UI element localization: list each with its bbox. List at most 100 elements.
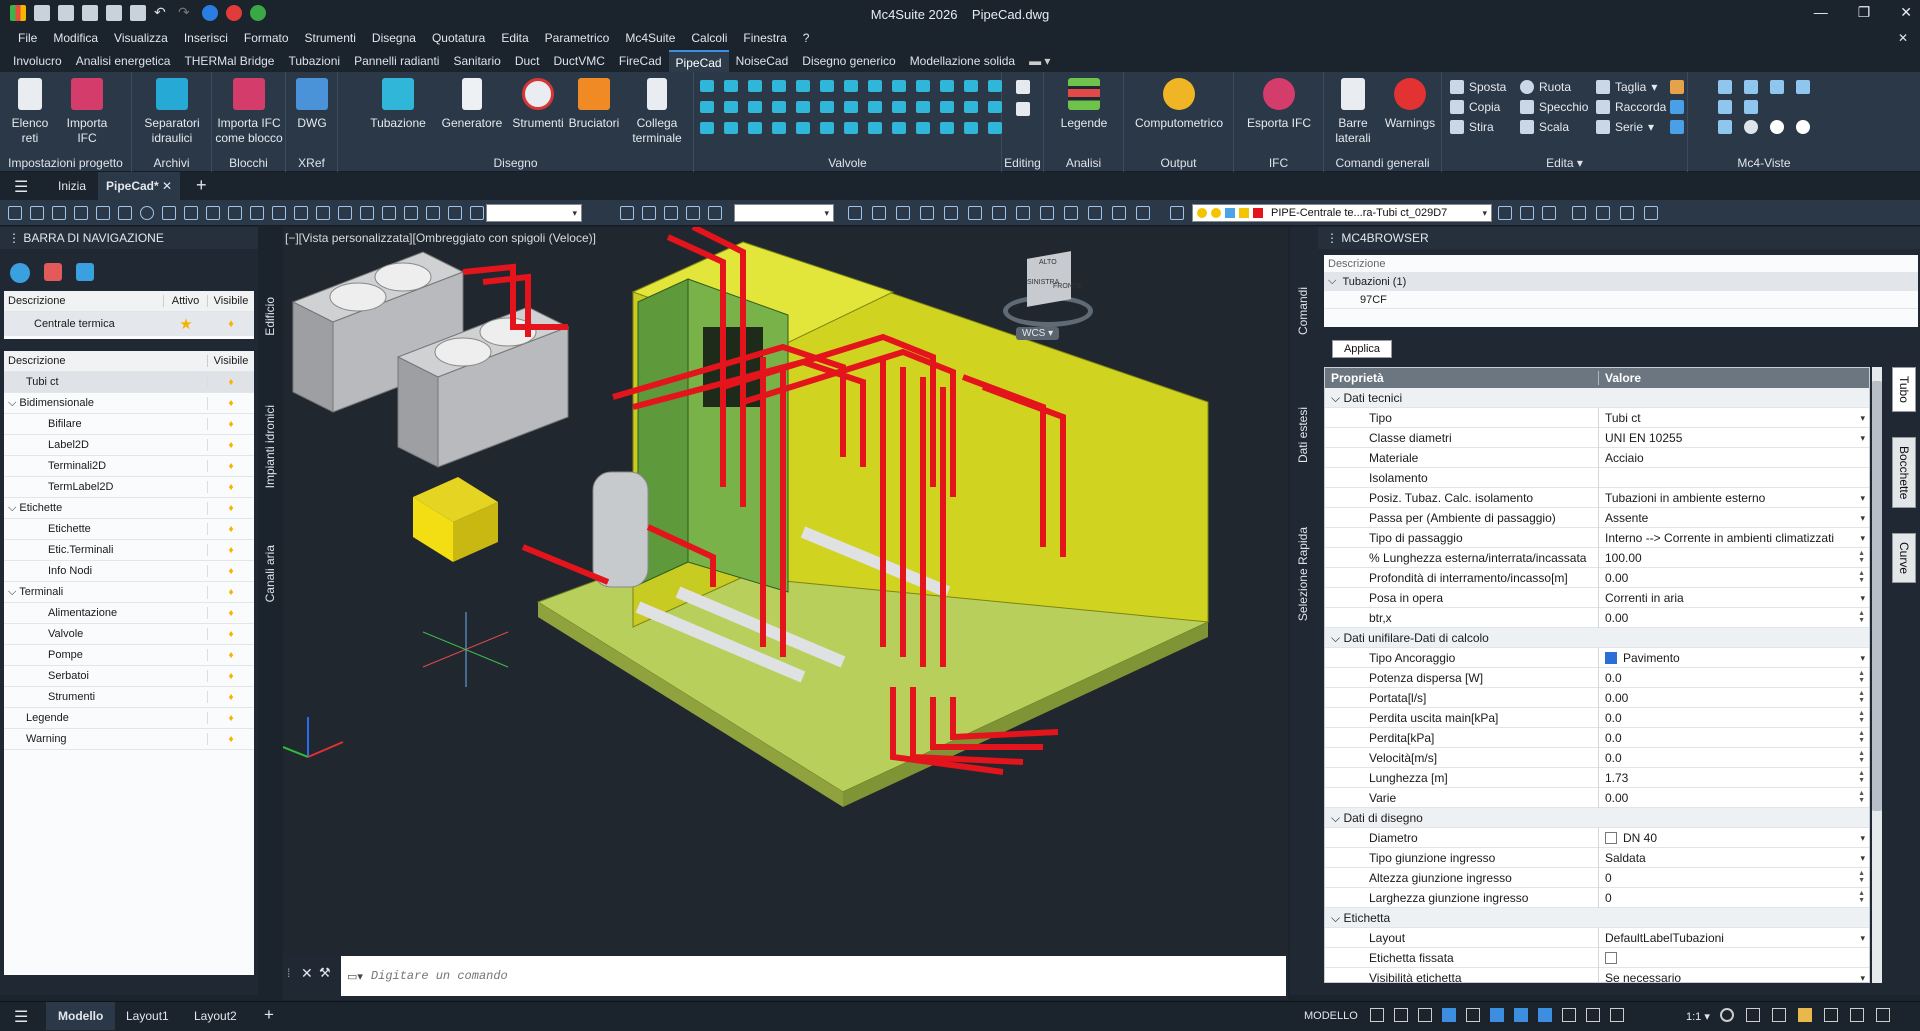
property-value[interactable]: DefaultLabelTubazioni ▾ (1599, 928, 1869, 948)
copia-button[interactable]: Copia (1450, 100, 1500, 114)
property-value[interactable]: DN 40 ▾ (1599, 828, 1869, 848)
circle-icon[interactable] (140, 206, 154, 220)
collega-terminale-button[interactable]: Collega terminale (626, 78, 688, 146)
dropdown-arrow-icon[interactable]: ▾ (1860, 648, 1865, 668)
legende-button[interactable]: Legende (1054, 78, 1114, 131)
tree-item[interactable]: Serbatoi ♦ (4, 666, 254, 687)
tab-inizia[interactable]: Inizia (50, 172, 94, 200)
valve-icon[interactable] (820, 101, 834, 113)
property-value[interactable]: 0.00 ▲ ▼ (1599, 568, 1869, 588)
grip-icon[interactable]: ⁞ (287, 966, 290, 980)
dropdown-arrow-icon[interactable]: ▾ (1860, 828, 1865, 848)
menu-modifica[interactable]: Modifica (45, 28, 106, 50)
layer-combo[interactable]: PIPE-Centrale te...ra-Tubi ct_029D7 ▾ (1192, 204, 1492, 222)
offset-icon[interactable] (1670, 100, 1684, 114)
table-row[interactable]: Centrale termica ★ ♦ (4, 312, 254, 336)
tree-item[interactable]: Label2D ♦ (4, 435, 254, 456)
top-view-icon[interactable] (1718, 120, 1732, 134)
valve-icon[interactable] (940, 122, 954, 134)
tree-node-tubazioni[interactable]: ⌵ Tubazioni (1) (1324, 273, 1918, 291)
tree-item[interactable]: TermLabel2D ♦ (4, 477, 254, 498)
table-icon[interactable] (620, 206, 634, 220)
valve-icon[interactable] (916, 80, 930, 92)
valve-icon[interactable] (700, 122, 714, 134)
valve-icon[interactable] (796, 122, 810, 134)
valve-icon[interactable] (748, 101, 762, 113)
tab-involucro[interactable]: Involucro (6, 50, 69, 72)
region-icon[interactable] (382, 206, 396, 220)
importa-ifc-blocco-button[interactable]: Importa IFC come blocco (214, 78, 284, 146)
property-section[interactable]: ⌵ Dati di disegno (1325, 808, 1869, 828)
mtext-icon[interactable] (470, 206, 484, 220)
property-row[interactable]: Altezza giunzione ingresso 0 ▲ ▼ (1325, 867, 1869, 888)
tubazione-button[interactable]: Tubazione (368, 78, 428, 131)
property-row[interactable]: btr,x 0.00 ▲ ▼ (1325, 607, 1869, 628)
point-icon[interactable] (272, 206, 286, 220)
property-value[interactable]: Saldata ▾ (1599, 848, 1869, 868)
tab-pipecad[interactable]: PipeCad (668, 50, 729, 72)
valve-icon[interactable] (892, 80, 906, 92)
property-row[interactable]: Visibilità etichetta Se necessario ▾ (1325, 967, 1869, 982)
curve-icon[interactable] (118, 206, 132, 220)
lightbulb-icon[interactable]: ♦ (208, 482, 254, 493)
strumenti-button[interactable]: Strumenti (510, 78, 566, 131)
hamburger-icon[interactable]: ☰ (14, 177, 28, 197)
valve-icon[interactable] (988, 80, 1002, 92)
layout-grid-icon[interactable] (1772, 1008, 1786, 1022)
customize-icon[interactable] (1876, 1008, 1890, 1022)
iso-view-icon[interactable] (1718, 80, 1732, 94)
valve-icon[interactable] (844, 122, 858, 134)
tab-modellazione-solida[interactable]: Modellazione solida (903, 50, 1022, 72)
valve-icon[interactable] (964, 122, 978, 134)
property-row[interactable]: Larghezza giunzione ingresso 0 ▲ ▼ (1325, 887, 1869, 908)
ruota-button[interactable]: Ruota (1520, 80, 1571, 94)
computometrico-button[interactable]: Computometrico (1130, 78, 1228, 131)
spinner-icon[interactable]: ▲ ▼ (1858, 890, 1865, 904)
hardware-accel-icon[interactable] (1824, 1008, 1838, 1022)
collapse-icon[interactable]: ⌵ (1331, 911, 1343, 925)
valve-icon[interactable] (820, 122, 834, 134)
valve-icon[interactable] (844, 80, 858, 92)
property-value[interactable]: 0.0 ▲ ▼ (1599, 708, 1869, 728)
property-row[interactable]: Diametro DN 40 ▾ (1325, 827, 1869, 848)
osnap-icon[interactable] (1490, 1008, 1504, 1022)
tree-item[interactable]: Etichette ♦ (4, 519, 254, 540)
snap-icon[interactable] (338, 206, 352, 220)
spinner-icon[interactable]: ▲ ▼ (1858, 870, 1865, 884)
property-row[interactable]: Posiz. Tubaz. Calc. isolamento Tubazioni … (1325, 487, 1869, 508)
property-row[interactable]: Lunghezza [m] 1.73 ▲ ▼ (1325, 767, 1869, 788)
status-menu-icon[interactable]: ☰ (14, 1007, 28, 1027)
menu-visualizza[interactable]: Visualizza (106, 28, 176, 50)
tree-item[interactable]: Strumenti ♦ (4, 687, 254, 708)
tree-item[interactable]: Etic.Terminali ♦ (4, 540, 254, 561)
valve-icon[interactable] (700, 101, 714, 113)
lightbulb-icon[interactable]: ♦ (208, 503, 254, 514)
applica-button[interactable]: Applica (1332, 340, 1392, 358)
valve-icon[interactable] (772, 101, 786, 113)
tree-item[interactable]: Tubi ct ♦ (4, 372, 254, 393)
side-tab-impianti-idronici[interactable]: Impianti idronici (263, 405, 277, 488)
dropdown-arrow-icon[interactable]: ▾ (1860, 508, 1865, 528)
close-cmd-icon[interactable]: ✕ (301, 965, 313, 982)
wrench-icon[interactable]: ⚒ (319, 965, 331, 981)
tree-item[interactable]: Info Nodi ♦ (4, 561, 254, 582)
spinner-icon[interactable]: ▲ ▼ (1858, 770, 1865, 784)
property-value[interactable]: 1.73 ▲ ▼ (1599, 768, 1869, 788)
image-icon[interactable] (686, 206, 700, 220)
expand-icon[interactable]: ⌵ (8, 586, 19, 598)
property-row[interactable]: Isolamento (1325, 467, 1869, 488)
grid-tool-icon[interactable] (74, 206, 88, 220)
property-section[interactable]: ⌵ Etichetta (1325, 908, 1869, 928)
pipe-network-icon[interactable] (76, 263, 94, 281)
valve-icon[interactable] (916, 122, 930, 134)
iso-view-icon[interactable] (1796, 80, 1810, 94)
valve-icon[interactable] (820, 80, 834, 92)
lightbulb-icon[interactable]: ♦ (208, 629, 254, 640)
polyline-icon[interactable] (30, 206, 44, 220)
elenco-reti-button[interactable]: Elenco reti (10, 78, 50, 146)
tab-duct[interactable]: Duct (508, 50, 547, 72)
group-label[interactable]: Edita ▾ (1442, 156, 1687, 170)
tree-item[interactable]: Alimentazione ♦ (4, 603, 254, 624)
spinner-icon[interactable]: ▲ ▼ (1858, 670, 1865, 684)
dim-aligned-icon[interactable] (872, 206, 886, 220)
